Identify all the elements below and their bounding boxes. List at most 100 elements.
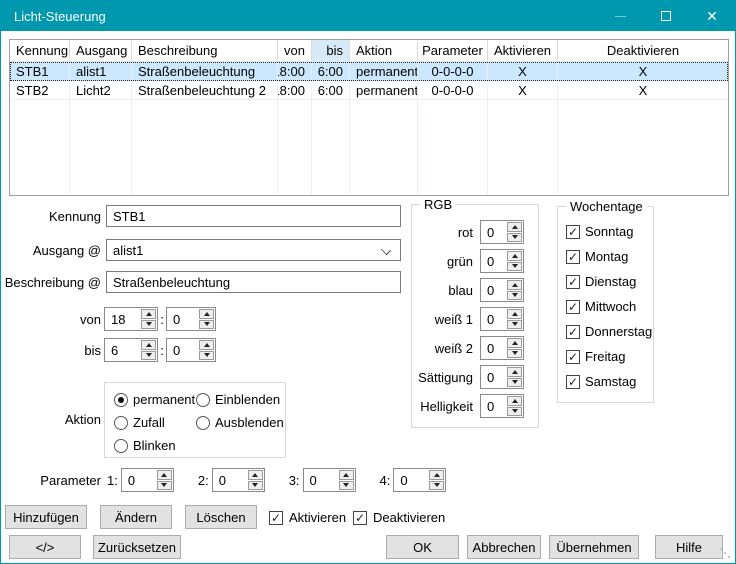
cell-aktion: permanent — [350, 62, 418, 81]
spinner-down-icon[interactable] — [248, 481, 263, 491]
parameter-1-label: 1: — [107, 473, 118, 488]
hinzufuegen-button[interactable]: Hinzufügen — [5, 505, 87, 529]
gruen-spinner[interactable]: 0 — [480, 249, 524, 273]
col-header-aktion[interactable]: Aktion — [350, 40, 418, 61]
spinner-up-icon[interactable] — [507, 367, 522, 377]
spinner-up-icon[interactable] — [507, 338, 522, 348]
spinner-up-icon[interactable] — [199, 340, 214, 350]
spinner-up-icon[interactable] — [339, 470, 354, 480]
spinner-up-icon[interactable] — [507, 222, 522, 232]
aktivieren-checkbox[interactable]: Aktivieren — [269, 510, 346, 525]
abbrechen-button[interactable]: Abbrechen — [467, 535, 541, 559]
parameter-4-spinner[interactable]: 0 — [393, 468, 446, 492]
col-header-deaktivieren[interactable]: Deaktivieren — [558, 40, 728, 61]
spinner-down-icon[interactable] — [507, 349, 522, 359]
von-hour-spinner[interactable]: 18 — [104, 307, 158, 331]
checkbox-donnerstag[interactable]: Donnerstag — [566, 319, 653, 344]
spinner-down-icon[interactable] — [157, 481, 172, 491]
spinner-down-icon[interactable] — [339, 481, 354, 491]
blau-spinner[interactable]: 0 — [480, 278, 524, 302]
spinner-up-icon[interactable] — [507, 396, 522, 406]
checkbox-freitag[interactable]: Freitag — [566, 344, 653, 369]
parameter-2-spinner[interactable]: 0 — [212, 468, 265, 492]
table-row[interactable]: STB2 Licht2 Straßenbeleuchtung 2 18:00 6… — [10, 81, 728, 100]
von-minute-value: 0 — [167, 308, 198, 330]
close-button[interactable]: ✕ — [689, 1, 735, 31]
helligkeit-spinner[interactable]: 0 — [480, 394, 524, 418]
radio-einblenden[interactable]: Einblenden — [196, 392, 280, 407]
radio-zufall[interactable]: Zufall — [114, 415, 165, 430]
zuruecksetzen-button[interactable]: Zurücksetzen — [93, 535, 181, 559]
weiss1-spinner[interactable]: 0 — [480, 307, 524, 331]
parameter-1-spinner[interactable]: 0 — [121, 468, 174, 492]
spinner-down-icon[interactable] — [507, 378, 522, 388]
radio-ausblenden[interactable]: Ausblenden — [196, 415, 284, 430]
radio-permanent[interactable]: permanent — [114, 392, 195, 407]
spinner-up-icon[interactable] — [141, 340, 156, 350]
spinner-down-icon[interactable] — [199, 351, 214, 361]
bis-minute-spinner[interactable]: 0 — [166, 338, 216, 362]
spinner-up-icon[interactable] — [248, 470, 263, 480]
ok-button[interactable]: OK — [386, 535, 459, 559]
spinner-up-icon[interactable] — [157, 470, 172, 480]
col-header-von[interactable]: von — [278, 40, 312, 61]
checkbox-montag[interactable]: Montag — [566, 244, 653, 269]
rot-label: rot — [412, 225, 480, 240]
uebernehmen-button[interactable]: Übernehmen — [549, 535, 639, 559]
hilfe-button[interactable]: Hilfe — [655, 535, 723, 559]
checkbox-dienstag[interactable]: Dienstag — [566, 269, 653, 294]
col-header-aktivieren[interactable]: Aktivieren — [488, 40, 558, 61]
spinner-down-icon[interactable] — [507, 233, 522, 243]
spinner-up-icon[interactable] — [507, 280, 522, 290]
gruen-label: grün — [412, 254, 480, 269]
spinner-up-icon[interactable] — [141, 309, 156, 319]
spinner-down-icon[interactable] — [141, 320, 156, 330]
licht-steuerung-dialog: Licht-Steuerung ✕ Kennung Ausgang Beschr… — [0, 0, 736, 564]
aendern-button[interactable]: Ändern — [100, 505, 172, 529]
checkbox-sonntag[interactable]: Sonntag — [566, 219, 653, 244]
spinner-down-icon[interactable] — [507, 262, 522, 272]
col-header-ausgang[interactable]: Ausgang — [70, 40, 132, 61]
checkbox-samstag[interactable]: Samstag — [566, 369, 653, 394]
spinner-down-icon[interactable] — [507, 320, 522, 330]
col-header-bis[interactable]: bis — [312, 40, 350, 61]
bis-hour-spinner[interactable]: 6 — [104, 338, 158, 362]
spinner-down-icon[interactable] — [507, 291, 522, 301]
spinner-down-icon[interactable] — [507, 407, 522, 417]
ausgang-dropdown[interactable]: alist1 — [106, 239, 401, 261]
maximize-button[interactable] — [643, 1, 689, 31]
weiss2-spinner[interactable]: 0 — [480, 336, 524, 360]
spinner-down-icon[interactable] — [199, 320, 214, 330]
bis-hour-value: 6 — [105, 339, 140, 361]
col-header-beschreibung[interactable]: Beschreibung — [132, 40, 278, 61]
spinner-down-icon[interactable] — [429, 481, 444, 491]
kennung-input[interactable] — [106, 205, 401, 227]
von-label: von — [1, 312, 101, 327]
parameter-3-spinner[interactable]: 0 — [303, 468, 356, 492]
loeschen-button[interactable]: Löschen — [185, 505, 257, 529]
cell-beschreibung: Straßenbeleuchtung — [132, 62, 278, 81]
deaktivieren-checkbox[interactable]: Deaktivieren — [353, 510, 445, 525]
spinner-down-icon[interactable] — [141, 351, 156, 361]
code-button[interactable]: </> — [9, 535, 81, 559]
spinner-up-icon[interactable] — [199, 309, 214, 319]
spinner-up-icon[interactable] — [507, 251, 522, 261]
rot-spinner[interactable]: 0 — [480, 220, 524, 244]
col-header-parameter[interactable]: Parameter — [418, 40, 488, 61]
beschreibung-input[interactable] — [106, 271, 401, 293]
table-row[interactable]: STB1 alist1 Straßenbeleuchtung 18:00 6:0… — [10, 62, 728, 81]
radio-icon — [196, 393, 210, 407]
saettigung-spinner[interactable]: 0 — [480, 365, 524, 389]
bis-minute-value: 0 — [167, 339, 198, 361]
von-minute-spinner[interactable]: 0 — [166, 307, 216, 331]
bis-time-separator: : — [158, 343, 166, 358]
checkbox-mittwoch[interactable]: Mittwoch — [566, 294, 653, 319]
helligkeit-label: Helligkeit — [412, 399, 480, 414]
spinner-up-icon[interactable] — [429, 470, 444, 480]
checkbox-label: Mittwoch — [585, 299, 636, 314]
radio-blinken[interactable]: Blinken — [114, 438, 176, 453]
col-header-kennung[interactable]: Kennung — [10, 40, 70, 61]
resize-grip[interactable] — [720, 548, 722, 550]
rgb-gruen: grün 0 — [412, 249, 530, 273]
spinner-up-icon[interactable] — [507, 309, 522, 319]
